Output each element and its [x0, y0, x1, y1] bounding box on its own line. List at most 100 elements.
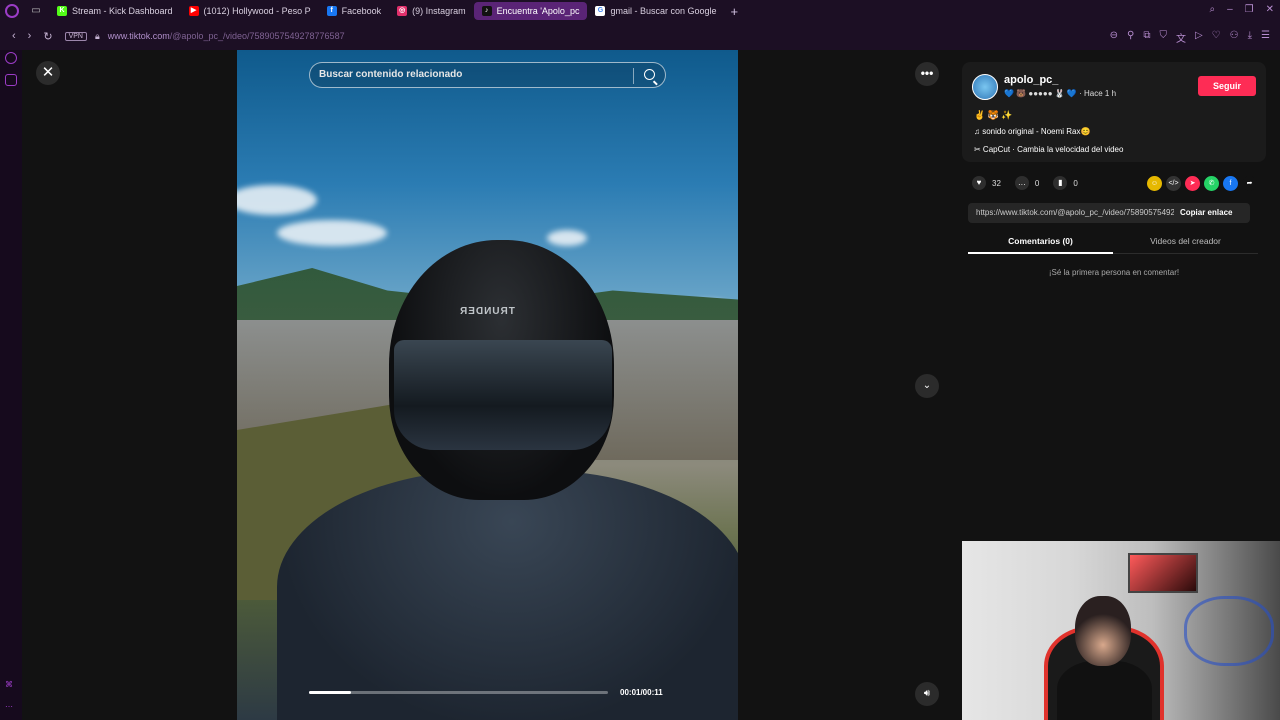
- avatar[interactable]: [972, 74, 998, 100]
- helmet-brand-text: TRUNDER: [459, 306, 515, 317]
- sidebar-messenger-icon[interactable]: [5, 74, 17, 86]
- streamer-head: [1075, 596, 1131, 666]
- back-icon[interactable]: ‹: [12, 30, 16, 42]
- video-player[interactable]: TRUNDER Buscar contenido relacionado 00:…: [237, 50, 738, 720]
- video-progress-fill: [309, 691, 351, 694]
- browser-tab[interactable]: K Stream - Kick Dashboard: [49, 2, 181, 20]
- new-tab-button[interactable]: +: [731, 4, 739, 19]
- address-bar-icons: ⊖ ⚲ ⧉ ⛉ 文 ▷ ♡ ⚇ ⤓ ☰: [1110, 30, 1270, 45]
- follow-button[interactable]: Seguir: [1198, 76, 1256, 96]
- video-progress-bar[interactable]: [309, 691, 608, 694]
- snapshot-icon[interactable]: ⧉: [1143, 30, 1150, 45]
- address-bar: ‹ › ↻ VPN 🔒︎ www.tiktok.com/@apolo_pc_/v…: [0, 22, 1280, 50]
- sound-link[interactable]: ♫ sonido original - Noemi Rax😊: [974, 127, 1090, 136]
- maximize-icon[interactable]: ❐: [1245, 4, 1254, 15]
- minimize-icon[interactable]: –: [1227, 4, 1233, 15]
- helmet-visor: [394, 340, 612, 450]
- tab-label: Stream - Kick Dashboard: [72, 6, 173, 16]
- translate-icon[interactable]: 文: [1176, 30, 1186, 45]
- comment-button[interactable]: … 0: [1014, 176, 1040, 190]
- shield-icon[interactable]: ⛉: [1159, 30, 1167, 45]
- share-arrow-icon[interactable]: ➦: [1242, 176, 1257, 191]
- search-icon[interactable]: [644, 69, 655, 80]
- comment-icon: …: [1014, 176, 1029, 190]
- like-button[interactable]: ♥ 32: [972, 176, 1001, 190]
- tab-comments[interactable]: Comentarios (0): [968, 236, 1113, 246]
- browser-tab[interactable]: ◎ (9) Instagram: [389, 2, 474, 20]
- url-field[interactable]: www.tiktok.com/@apolo_pc_/video/75890575…: [108, 31, 345, 41]
- save-button[interactable]: ▮ 0: [1053, 176, 1078, 190]
- profile-icon[interactable]: ⚇: [1230, 30, 1239, 45]
- rider-torso: [277, 470, 738, 720]
- cloud: [547, 230, 587, 246]
- play-icon[interactable]: ▷: [1195, 30, 1203, 45]
- search-tabs-icon[interactable]: ⌕: [1209, 4, 1215, 15]
- video-link-text[interactable]: https://www.tiktok.com/@apolo_pc_/video/…: [976, 208, 1174, 217]
- capcut-link[interactable]: ✂ CapCut · Cambia la velocidad del video: [974, 145, 1123, 154]
- related-search-input[interactable]: Buscar contenido relacionado: [309, 62, 666, 88]
- tab-label: Encuentra 'Apolo_pc: [496, 6, 580, 16]
- tab-favicon-icon: G: [595, 6, 606, 16]
- tab-favicon-icon: ▶: [188, 6, 199, 16]
- reload-icon[interactable]: ↻: [43, 30, 52, 43]
- close-window-icon[interactable]: ✕: [1266, 4, 1274, 15]
- related-search-placeholder: Buscar contenido relacionado: [319, 69, 463, 80]
- lock-icon[interactable]: 🔒︎: [95, 31, 100, 42]
- url-path: /@apolo_pc_/video/7589057549278776587: [169, 31, 345, 41]
- cloud: [277, 220, 387, 246]
- vpn-badge[interactable]: VPN: [64, 31, 87, 41]
- more-options-icon[interactable]: •••: [915, 62, 939, 86]
- embed-icon[interactable]: ☺: [1147, 176, 1162, 191]
- video-time: 00:01/00:11: [620, 688, 663, 697]
- zoom-icon[interactable]: ⊖: [1110, 30, 1118, 45]
- volume-icon[interactable]: 🔊︎: [915, 682, 939, 706]
- motorcycle: [1184, 596, 1274, 666]
- video-description: ✌️ 🐯 ✨: [974, 110, 1013, 120]
- whatsapp-icon[interactable]: ✆: [1204, 176, 1219, 191]
- tab-favicon-icon: f: [326, 6, 337, 16]
- chevron-down-icon[interactable]: ⌄: [915, 374, 939, 398]
- heart-icon[interactable]: ♡: [1212, 30, 1221, 45]
- send-icon[interactable]: ➤: [1185, 176, 1200, 191]
- code-icon[interactable]: </>: [1166, 176, 1181, 191]
- workspaces-icon[interactable]: ▭: [29, 5, 43, 17]
- url-domain: www.tiktok.com: [107, 31, 170, 41]
- browser-tab[interactable]: ▶ (1012) Hollywood - Peso P: [181, 2, 319, 20]
- sidebar-extension-icon[interactable]: ⌘: [5, 680, 17, 692]
- creator-username[interactable]: apolo_pc_: [1004, 74, 1058, 86]
- share-icons: ☺ </> ➤ ✆ f ➦: [1147, 176, 1257, 191]
- video-area: ✕ TRUNDER Buscar contenido relacionado 0…: [22, 50, 950, 720]
- forward-icon[interactable]: ›: [28, 30, 32, 42]
- creator-info-card: apolo_pc_ 💙 🐻 ●●●●● 🐰 💙 · Hace 1 h Segui…: [962, 62, 1266, 162]
- browser-sidebar: ⌘ ⋯: [0, 50, 22, 720]
- sidebar-more-icon[interactable]: ⋯: [5, 702, 17, 714]
- comment-count: 0: [1034, 178, 1040, 188]
- pin-icon[interactable]: ⚲: [1127, 30, 1134, 45]
- sidebar-music-icon[interactable]: [5, 52, 17, 64]
- panel-tabs: Comentarios (0) Videos del creador: [968, 230, 1258, 254]
- browser-tab[interactable]: Ggmail - Buscar con Google: [587, 2, 724, 20]
- copy-link-button[interactable]: Copiar enlace: [1180, 208, 1232, 217]
- browser-tab[interactable]: ♪ Encuentra 'Apolo_pc: [473, 2, 588, 20]
- close-icon[interactable]: ✕: [36, 61, 60, 85]
- download-icon[interactable]: ⤓: [1248, 30, 1252, 45]
- link-box: https://www.tiktok.com/@apolo_pc_/video/…: [968, 203, 1250, 223]
- tab-label: (9) Instagram: [412, 6, 466, 16]
- window-controls: ⌕ – ❐ ✕: [1209, 4, 1274, 15]
- browser-tab[interactable]: f Facebook: [319, 2, 390, 20]
- tab-label: gmail - Buscar con Google: [610, 6, 717, 16]
- empty-comments-message: ¡Sé la primera persona en comentar!: [1048, 268, 1180, 277]
- facebook-icon[interactable]: f: [1223, 176, 1238, 191]
- bookmark-icon: ▮: [1053, 176, 1068, 190]
- like-count: 32: [992, 178, 1001, 188]
- wall-sign: [1128, 553, 1198, 593]
- save-count: 0: [1073, 178, 1078, 188]
- tab-creator-videos[interactable]: Videos del creador: [1113, 236, 1258, 246]
- action-bar: ♥ 32 … 0 ▮ 0: [972, 176, 1092, 190]
- tab-favicon-icon: ♪: [481, 6, 492, 16]
- tab-favicon-icon: K: [57, 6, 67, 16]
- streamer-body: [1057, 661, 1152, 720]
- menu-icon[interactable]: ☰: [1261, 30, 1270, 45]
- creator-meta: 💙 🐻 ●●●●● 🐰 💙 · Hace 1 h: [1004, 89, 1117, 98]
- opera-logo-icon[interactable]: [5, 4, 19, 18]
